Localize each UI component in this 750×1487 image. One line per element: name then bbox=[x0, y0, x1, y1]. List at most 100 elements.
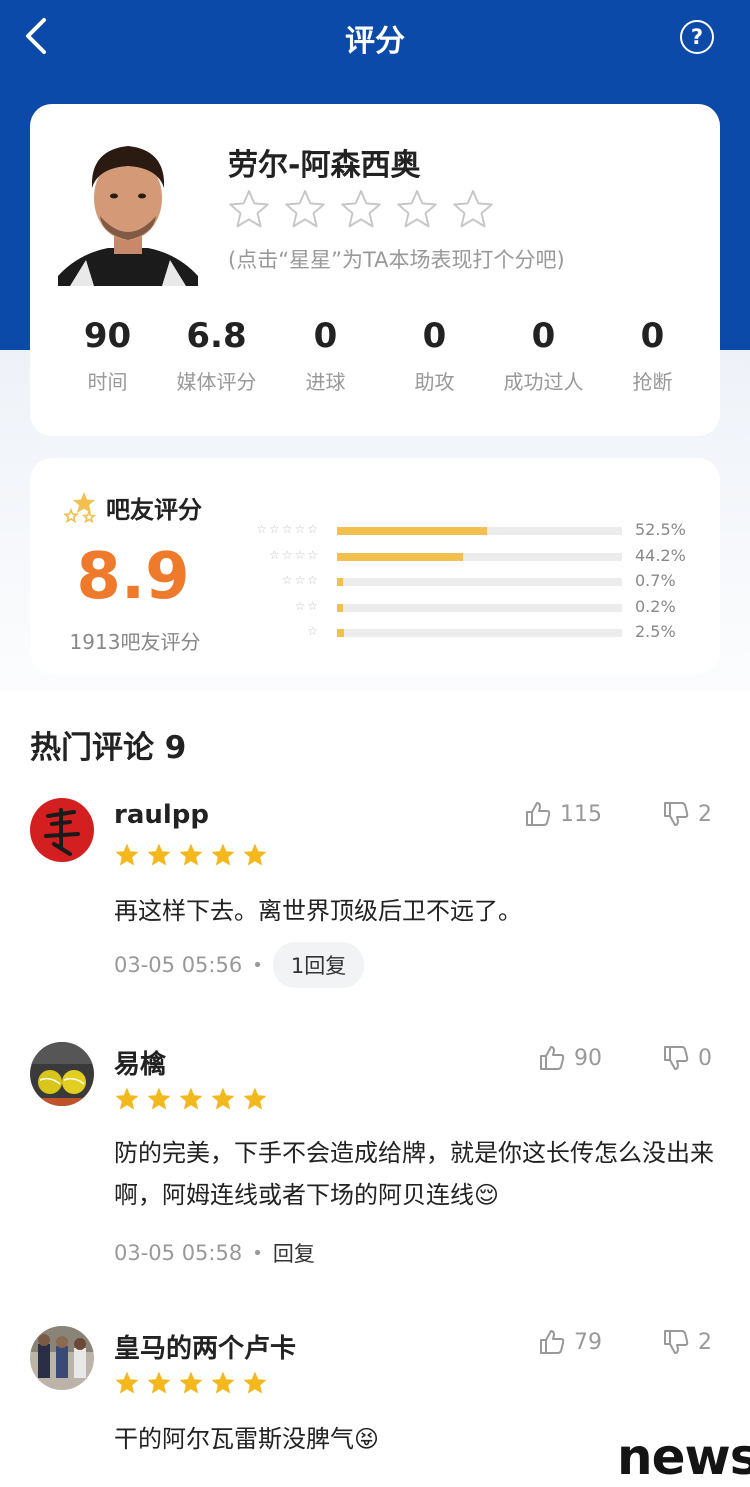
stat-label: 成功过人 bbox=[503, 370, 584, 394]
distribution-row: ☆☆☆ 0.7% bbox=[242, 571, 702, 597]
stat-media-rating: 6.8 媒体评分 bbox=[162, 316, 271, 395]
rate-star-4-icon[interactable] bbox=[396, 188, 438, 230]
distribution-percent: 2.5% bbox=[635, 622, 676, 641]
news-watermark: news bbox=[617, 1428, 750, 1486]
distribution-row: ☆☆☆☆☆ 52.5% bbox=[242, 520, 702, 546]
like-count: 115 bbox=[560, 801, 602, 827]
stat-label: 进球 bbox=[305, 370, 346, 394]
avatar[interactable] bbox=[30, 1326, 94, 1390]
comment-item: 易檎 90 0 防的完美，下手不会造成给牌，就是你这长传怎么没出来啊，阿姆连线或… bbox=[0, 1042, 750, 1282]
stat-value: 0 bbox=[313, 316, 338, 356]
star-filled-icon bbox=[179, 1371, 203, 1394]
distribution-stars: ☆☆☆☆ bbox=[268, 547, 320, 562]
player-avatar bbox=[58, 136, 198, 286]
separator-dot: • bbox=[252, 1242, 263, 1264]
stat-time: 90 时间 bbox=[53, 316, 162, 395]
distribution-percent: 0.2% bbox=[635, 596, 676, 616]
star-filled-icon bbox=[179, 1087, 203, 1110]
dislike-count: 0 bbox=[698, 1045, 712, 1071]
reply-button[interactable]: 1回复 bbox=[272, 942, 365, 988]
page-title: 评分 bbox=[345, 24, 405, 59]
rate-star-1-icon[interactable] bbox=[228, 188, 270, 230]
distribution-fill bbox=[337, 629, 345, 637]
dislike-count: 2 bbox=[698, 1329, 712, 1355]
stat-tackles: 0 抢断 bbox=[598, 316, 707, 395]
thumbs-up-icon bbox=[526, 802, 551, 826]
comment-item: raulpp 115 2 再这样下去。离世界顶级后卫不远了。 03-05 05:… bbox=[0, 798, 750, 998]
star-filled-icon bbox=[211, 1371, 235, 1394]
like-button[interactable]: 90 bbox=[538, 1044, 602, 1072]
rate-star-5-icon[interactable] bbox=[452, 188, 494, 230]
distribution-bar bbox=[337, 603, 622, 612]
dislike-button[interactable]: 2 bbox=[662, 1328, 712, 1356]
distribution-fill bbox=[337, 552, 463, 561]
rating-stars bbox=[228, 188, 494, 230]
reply-button[interactable]: 回复 bbox=[273, 1238, 315, 1268]
distribution-stars: ☆☆☆☆☆ bbox=[256, 522, 320, 536]
star-filled-icon bbox=[243, 1087, 267, 1110]
distribution-bar bbox=[337, 552, 622, 561]
distribution-bar bbox=[337, 527, 622, 535]
star-filled-icon bbox=[115, 843, 139, 866]
thumbs-up-icon bbox=[540, 1046, 565, 1070]
distribution-row: ☆ 2.5% bbox=[242, 622, 702, 648]
comment-meta: 03-05 05:58 • 回复 bbox=[114, 1238, 315, 1268]
top-bar: 评分 ? bbox=[0, 0, 750, 74]
distribution-stars: ☆ bbox=[307, 624, 320, 638]
star-filled-icon bbox=[147, 843, 171, 866]
player-stats: 90 时间 6.8 媒体评分 0 进球 0 助攻 0 成功过人 0 抢断 bbox=[30, 316, 720, 395]
rate-star-2-icon[interactable] bbox=[284, 188, 326, 230]
dislike-count: 2 bbox=[698, 801, 712, 827]
thumbs-down-icon bbox=[664, 1046, 689, 1070]
distribution-row: ☆☆ 0.2% bbox=[242, 597, 702, 623]
dislike-button[interactable]: 2 bbox=[662, 800, 712, 828]
stat-dribbles: 0 成功过人 bbox=[489, 316, 598, 395]
like-button[interactable]: 115 bbox=[524, 800, 602, 828]
stat-value: 0 bbox=[640, 316, 665, 356]
comment-username[interactable]: 易檎 bbox=[114, 1044, 166, 1081]
fan-rating-score: 8.9 bbox=[76, 540, 190, 614]
distribution-percent: 44.2% bbox=[635, 545, 686, 565]
help-button[interactable]: ? bbox=[680, 20, 714, 54]
like-button[interactable]: 79 bbox=[538, 1328, 602, 1356]
distribution-percent: 0.7% bbox=[635, 571, 676, 590]
distribution-bar bbox=[337, 629, 622, 637]
avatar[interactable] bbox=[30, 1042, 94, 1106]
distribution-fill bbox=[337, 603, 343, 612]
player-name: 劳尔-阿森西奥 bbox=[228, 148, 421, 183]
comment-username[interactable]: 皇马的两个卢卡 bbox=[114, 1328, 296, 1365]
stat-value: 6.8 bbox=[186, 316, 247, 356]
comment-rating-stars bbox=[114, 842, 268, 868]
star-filled-icon bbox=[243, 843, 267, 866]
avatar[interactable] bbox=[30, 798, 94, 862]
distribution-stars: ☆☆☆ bbox=[281, 573, 320, 587]
like-count: 90 bbox=[574, 1045, 602, 1071]
star-filled-icon bbox=[243, 1371, 267, 1394]
comment-meta: 03-05 05:56 • 1回复 bbox=[114, 942, 365, 988]
comment-username[interactable]: raulpp bbox=[114, 800, 209, 830]
distribution-bar bbox=[337, 578, 622, 586]
rating-hint: (点击“星星”为TA本场表现打个分吧) bbox=[228, 248, 565, 272]
dislike-button[interactable]: 0 bbox=[662, 1044, 712, 1072]
stat-label: 时间 bbox=[87, 370, 128, 394]
star-filled-icon bbox=[115, 1087, 139, 1110]
distribution-row: ☆☆☆☆ 44.2% bbox=[242, 546, 702, 572]
comment-text: 再这样下去。离世界顶级后卫不远了。 bbox=[114, 897, 522, 925]
distribution-fill bbox=[337, 578, 343, 586]
rate-star-3-icon[interactable] bbox=[340, 188, 382, 230]
rating-distribution: ☆☆☆☆☆ 52.5% ☆☆☆☆ 44.2% ☆☆☆ 0.7% ☆☆ 0.2% … bbox=[242, 520, 702, 648]
stat-label: 助攻 bbox=[414, 370, 455, 394]
stat-label: 抢断 bbox=[632, 370, 673, 394]
thumbs-down-icon bbox=[664, 1330, 689, 1354]
stat-value: 90 bbox=[83, 316, 132, 356]
question-circle-icon: ? bbox=[690, 25, 704, 49]
distribution-percent: 52.5% bbox=[635, 520, 686, 539]
star-filled-icon bbox=[211, 843, 235, 866]
star-filled-icon bbox=[147, 1087, 171, 1110]
star-filled-icon bbox=[211, 1087, 235, 1110]
comment-rating-stars bbox=[114, 1370, 268, 1396]
stars-cluster-icon bbox=[64, 492, 97, 524]
comment-rating-stars bbox=[114, 1086, 268, 1112]
stat-label: 媒体评分 bbox=[176, 370, 257, 394]
hot-comments-title: 热门评论 9 bbox=[30, 730, 187, 766]
